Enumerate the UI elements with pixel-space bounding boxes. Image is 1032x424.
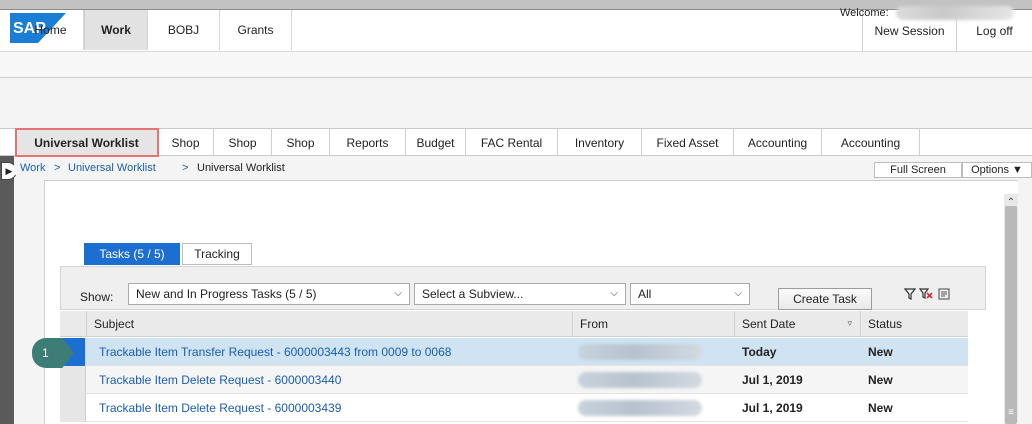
sent-date: Jul 1, 2019: [742, 401, 803, 415]
breadcrumb-work[interactable]: Work: [20, 162, 45, 174]
scroll-grip-icon: ≡: [1008, 406, 1014, 418]
task-subject-link[interactable]: Trackable Item Delete Request - 60000034…: [92, 366, 341, 394]
task-subject-link[interactable]: Trackable Item Transfer Request - 600000…: [92, 338, 451, 366]
column-from[interactable]: From: [572, 311, 734, 337]
subtab-accounting-1[interactable]: Accounting: [734, 129, 822, 156]
tab-grants[interactable]: Grants: [220, 10, 292, 50]
chevron-down-icon: ⌵: [734, 288, 742, 299]
create-task-button[interactable]: Create Task: [778, 288, 872, 310]
all-select[interactable]: All ⌵: [630, 283, 750, 305]
subtab-fixed-asset[interactable]: Fixed Asset: [642, 129, 734, 156]
tab-work[interactable]: Work: [84, 10, 148, 50]
tab-tasks[interactable]: Tasks (5 / 5): [84, 243, 180, 265]
from-redacted: [578, 344, 702, 360]
welcome-bar: [0, 52, 1032, 78]
column-sent-date[interactable]: Sent Date ▿: [734, 311, 860, 337]
user-name-redacted: [896, 6, 1014, 20]
from-redacted: [578, 372, 702, 388]
subview-value: Select a Subview...: [422, 287, 524, 301]
subtab-fac-rental[interactable]: FAC Rental: [466, 129, 558, 156]
show-label: Show:: [80, 290, 114, 304]
side-panel-handle: [0, 156, 14, 424]
task-filter-value: New and In Progress Tasks (5 / 5): [136, 287, 317, 301]
row-selector[interactable]: [60, 366, 86, 394]
column-sent-date-label: Sent Date: [742, 317, 796, 331]
clear-filter-icon[interactable]: [919, 287, 933, 301]
breadcrumb-universal-worklist[interactable]: Universal Worklist: [68, 162, 156, 174]
status: New: [868, 401, 893, 415]
subtab-accounting-2[interactable]: Accounting: [822, 129, 920, 156]
breadcrumb-separator: >: [182, 162, 189, 174]
column-status[interactable]: Status: [860, 311, 968, 337]
subtab-inventory[interactable]: Inventory: [558, 129, 642, 156]
chevron-down-icon: ⌵: [394, 288, 402, 299]
scrollbar-thumb[interactable]: [1005, 206, 1017, 424]
subview-select[interactable]: Select a Subview... ⌵: [414, 283, 626, 305]
all-select-value: All: [638, 287, 652, 301]
sent-date: Today: [742, 345, 777, 359]
status: New: [868, 345, 893, 359]
full-screen-button[interactable]: Full Screen: [874, 162, 962, 178]
sort-icon: ▿: [847, 318, 852, 328]
table-settings-icon[interactable]: [937, 287, 951, 301]
tab-tracking[interactable]: Tracking: [182, 243, 252, 265]
subtab-reports[interactable]: Reports: [330, 129, 406, 156]
subtab-shop-2[interactable]: Shop: [214, 129, 272, 156]
breadcrumb-separator: >: [54, 162, 61, 174]
filter-icon[interactable]: [903, 287, 917, 301]
subtab-shop-3[interactable]: Shop: [272, 129, 330, 156]
task-subject-link[interactable]: Trackable Item Delete Request - 60000034…: [92, 394, 341, 422]
tab-bobj[interactable]: BOBJ: [148, 10, 220, 50]
task-filter-select[interactable]: New and In Progress Tasks (5 / 5) ⌵: [128, 283, 410, 305]
options-button[interactable]: Options ▼: [962, 162, 1032, 178]
row-selector[interactable]: [60, 394, 86, 422]
tab-home[interactable]: Home: [18, 10, 84, 50]
top-navigation: [0, 78, 1032, 128]
column-subject[interactable]: Subject: [86, 311, 572, 337]
from-redacted: [578, 400, 702, 416]
chevron-down-icon: ⌵: [610, 288, 618, 299]
subtab-universal-worklist[interactable]: Universal Worklist: [15, 128, 159, 157]
subtab-budget[interactable]: Budget: [406, 129, 466, 156]
subtab-shop-1[interactable]: Shop: [158, 129, 214, 156]
welcome-label: Welcome:: [840, 7, 889, 19]
status: New: [868, 373, 893, 387]
breadcrumb-current: Universal Worklist: [197, 162, 285, 174]
sent-date: Jul 1, 2019: [742, 373, 803, 387]
